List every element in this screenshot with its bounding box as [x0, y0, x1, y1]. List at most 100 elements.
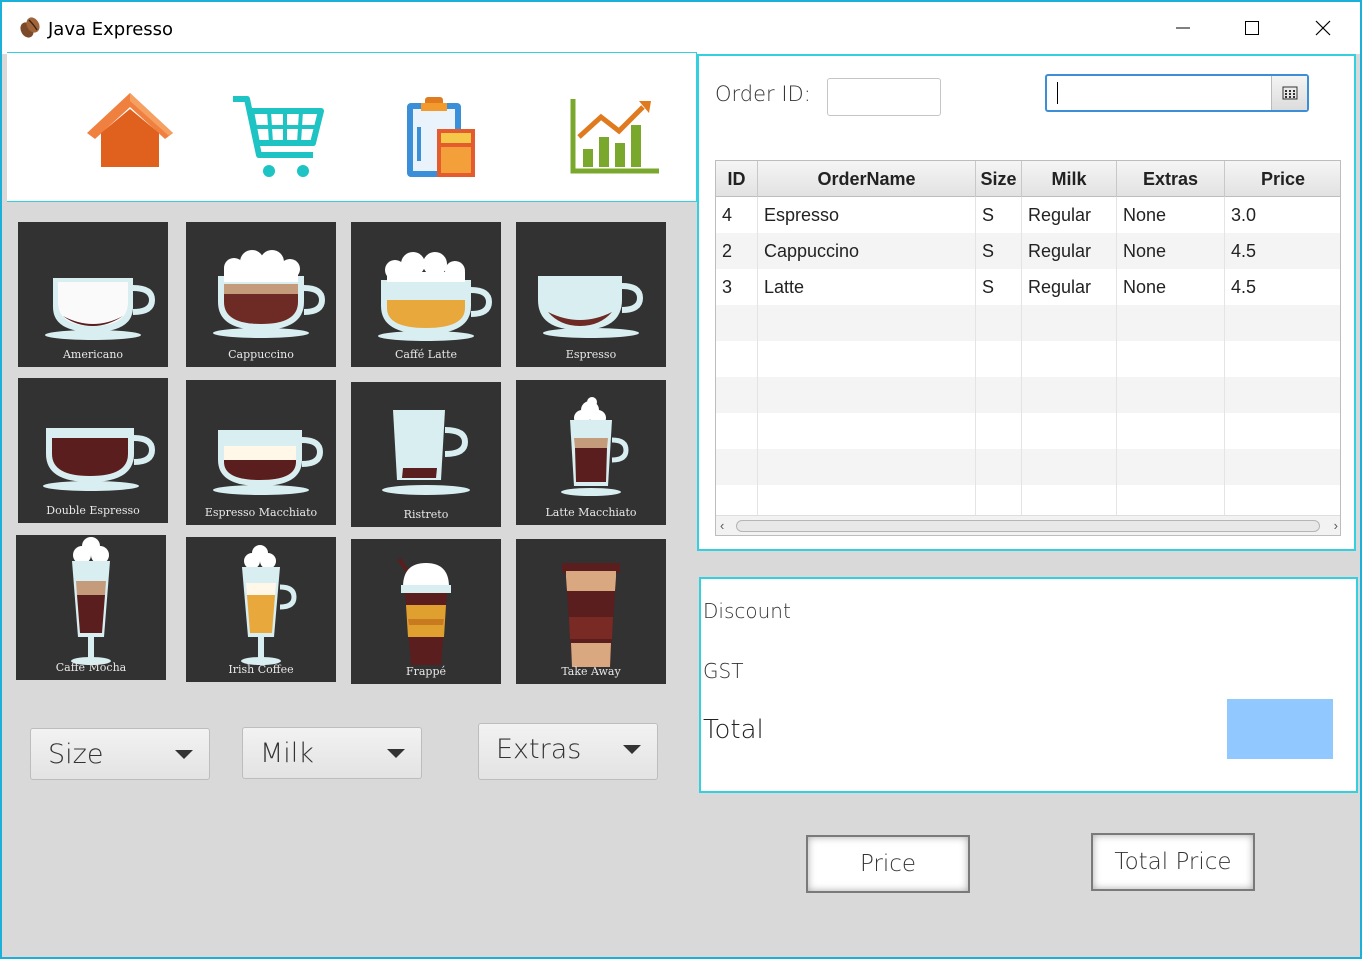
- horizontal-scrollbar[interactable]: ‹ ›: [716, 515, 1340, 535]
- orders-table[interactable]: ID OrderName Size Milk Extras Price 4 Es…: [715, 160, 1341, 536]
- coffee-bean-icon: [20, 17, 40, 38]
- table-row[interactable]: 4 Espresso S Regular None 3.0: [716, 197, 1340, 233]
- total-value-box: [1227, 699, 1333, 759]
- cell-price: 4.5: [1225, 233, 1340, 269]
- maximize-button[interactable]: [1217, 2, 1287, 54]
- cart-icon[interactable]: [231, 93, 326, 183]
- total-price-button[interactable]: Total Price: [1091, 833, 1255, 891]
- menu-item-americano[interactable]: Americano: [18, 222, 168, 367]
- menu-item-frappe[interactable]: Frappé: [351, 539, 501, 684]
- minimize-icon: [1176, 27, 1190, 29]
- table-row[interactable]: 2 Cappuccino S Regular None 4.5: [716, 233, 1340, 269]
- espresso-cup-icon: [538, 276, 644, 338]
- menu-item-label: Cappuccino: [228, 348, 294, 361]
- menu-item-label: Caffé Latte: [394, 348, 457, 361]
- cappuccino-cup-icon: [213, 250, 326, 338]
- chart-growth-icon[interactable]: [569, 97, 661, 177]
- menu-item-label: Frappé: [405, 665, 447, 678]
- menu-item-espresso-macchiato[interactable]: Espresso Macchiato: [186, 380, 336, 525]
- menu-item-double-espresso[interactable]: Double Espresso: [18, 378, 168, 523]
- irish-coffee-glass-icon: [241, 545, 297, 665]
- empty-row: [716, 305, 1340, 341]
- chevron-down-icon: [623, 745, 641, 754]
- menu-item-label: Latte Macchiato: [545, 506, 637, 519]
- menu-item-latte-macchiato[interactable]: Latte Macchiato: [516, 380, 666, 525]
- cell-id: 3: [716, 269, 758, 305]
- order-panel: Order ID: ID OrderName Size Milk Extras …: [697, 54, 1356, 551]
- close-icon: [1315, 20, 1331, 36]
- macchiato-cup-icon: [213, 430, 324, 495]
- column-header-price[interactable]: Price: [1225, 161, 1340, 197]
- menu-item-label: Espresso: [565, 348, 617, 361]
- cell-size: S: [976, 269, 1022, 305]
- column-header-size[interactable]: Size: [976, 161, 1022, 197]
- cell-size: S: [976, 233, 1022, 269]
- menu-item-caffe-latte[interactable]: Caffé Latte: [351, 222, 501, 367]
- nav-bar: [7, 52, 697, 202]
- date-input[interactable]: [1047, 76, 1271, 110]
- column-header-id[interactable]: ID: [716, 161, 758, 197]
- column-header-ordername[interactable]: OrderName: [758, 161, 976, 197]
- cell-ordername: Espresso: [758, 197, 976, 233]
- menu-item-label: Caffé Mocha: [55, 661, 127, 674]
- minimize-button[interactable]: [1148, 2, 1218, 54]
- cell-id: 4: [716, 197, 758, 233]
- extras-dropdown-label: Extras: [496, 734, 582, 765]
- gst-label: GST: [703, 659, 744, 683]
- cell-ordername: Latte: [758, 269, 976, 305]
- cell-price: 4.5: [1225, 269, 1340, 305]
- title-bar: Java Expresso: [2, 2, 1360, 54]
- chevron-down-icon: [175, 750, 193, 759]
- calendar-icon: [1282, 86, 1297, 100]
- cell-ordername: Cappuccino: [758, 233, 976, 269]
- cell-extras: None: [1117, 233, 1225, 269]
- date-picker[interactable]: [1045, 74, 1309, 112]
- column-header-extras[interactable]: Extras: [1117, 161, 1225, 197]
- summary-panel: Discount GST Total: [699, 577, 1358, 793]
- total-label: Total: [703, 715, 764, 745]
- column-header-milk[interactable]: Milk: [1022, 161, 1117, 197]
- price-button[interactable]: Price: [806, 835, 970, 893]
- table-row[interactable]: 3 Latte S Regular None 4.5: [716, 269, 1340, 305]
- calendar-button[interactable]: [1271, 76, 1307, 110]
- empty-row: [716, 377, 1340, 413]
- scrollbar-thumb[interactable]: [736, 520, 1320, 532]
- menu-item-espresso[interactable]: Espresso: [516, 222, 666, 367]
- scroll-right-icon[interactable]: ›: [1334, 518, 1338, 533]
- close-button[interactable]: [1288, 2, 1358, 54]
- milk-dropdown-label: Milk: [260, 738, 314, 769]
- size-dropdown[interactable]: Size: [30, 728, 210, 780]
- cell-milk: Regular: [1022, 197, 1117, 233]
- menu-item-ristreto[interactable]: Ristreto: [351, 382, 501, 527]
- frappe-cup-icon: [397, 557, 451, 665]
- milk-dropdown[interactable]: Milk: [242, 727, 422, 779]
- menu-item-label: Take Away: [561, 665, 621, 678]
- mocha-glass-icon: [71, 537, 111, 665]
- table-header: ID OrderName Size Milk Extras Price: [716, 161, 1340, 197]
- latte-macchiato-glass-icon: [561, 397, 629, 496]
- menu-item-caffe-mocha[interactable]: Caffé Mocha: [16, 535, 166, 680]
- extras-dropdown[interactable]: Extras: [478, 723, 658, 780]
- ristreto-glass-icon: [382, 410, 470, 495]
- menu-item-irish-coffee[interactable]: Irish Coffee: [186, 537, 336, 682]
- empty-row: [716, 413, 1340, 449]
- americano-cup-icon: [45, 278, 156, 340]
- window-title: Java Expresso: [48, 19, 174, 40]
- takeaway-cup-icon: [562, 563, 620, 667]
- scroll-left-icon[interactable]: ‹: [720, 518, 724, 533]
- chevron-down-icon: [387, 749, 405, 758]
- menu-item-label: Americano: [62, 348, 124, 361]
- discount-label: Discount: [703, 599, 791, 623]
- cell-price: 3.0: [1225, 197, 1340, 233]
- size-dropdown-label: Size: [48, 739, 104, 770]
- app-window: Java Expresso Americano Cappuccino Caffé…: [0, 0, 1362, 959]
- order-id-field[interactable]: [827, 78, 941, 116]
- clipboard-calculator-icon[interactable]: [405, 93, 477, 179]
- menu-item-label: Ristreto: [403, 508, 449, 521]
- latte-cup-icon: [378, 252, 493, 341]
- maximize-icon: [1245, 21, 1259, 35]
- menu-item-take-away[interactable]: Take Away: [516, 539, 666, 684]
- menu-item-cappuccino[interactable]: Cappuccino: [186, 222, 336, 367]
- empty-row: [716, 449, 1340, 485]
- home-icon[interactable]: [85, 89, 175, 169]
